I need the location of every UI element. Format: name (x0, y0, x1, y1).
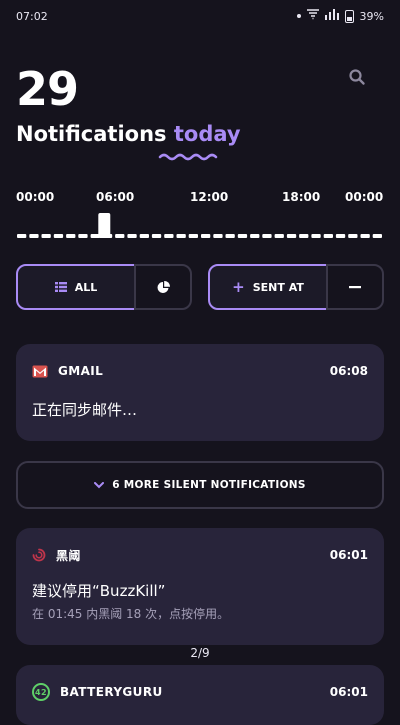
page-title-accent[interactable]: today (174, 122, 241, 146)
sent-at-label: SENT AT (252, 280, 304, 294)
timeline-tick (299, 234, 309, 238)
wifi-icon (306, 9, 319, 23)
app-identity: 黑阈 (32, 547, 81, 564)
more-silent-label: 6 MORE SILENT NOTIFICATIONS (112, 479, 306, 491)
batteryguru-badge: 42 (35, 687, 47, 697)
wave-underline-icon (158, 153, 218, 161)
batteryguru-icon: 42 (32, 683, 50, 701)
notification-subtitle: 在 01:45 内黑阈 18 次，点按停用。 (32, 607, 230, 621)
notification-time: 06:08 (329, 364, 368, 378)
timeline-tick (213, 234, 223, 238)
timeline-label: 12:00 (190, 190, 229, 204)
timeline-tick (127, 234, 137, 238)
timeline-tick (188, 234, 198, 238)
battery-icon (344, 9, 354, 23)
battery-level: 39% (359, 9, 384, 23)
app-identity: 42 BATTERYGURU (32, 683, 163, 701)
notification-dot-icon (296, 14, 301, 18)
blackhole-app-icon (32, 548, 46, 562)
timeline-tick (323, 234, 333, 238)
notification-time: 06:01 (329, 685, 368, 699)
status-bar: 07:02 39% (0, 0, 400, 32)
filter-chart-button[interactable] (134, 264, 192, 310)
app-identity: GMAIL (32, 364, 103, 378)
timeline-tick (360, 234, 370, 238)
timeline-label: 18:00 (282, 190, 321, 204)
card-header: 42 BATTERYGURU 06:01 (32, 683, 368, 701)
pie-chart-icon (157, 280, 170, 293)
minus-icon (349, 286, 361, 289)
timeline-tick (151, 234, 162, 238)
notification-card[interactable]: GMAIL 06:08 正在同步邮件… (16, 344, 384, 441)
list-icon (54, 282, 67, 292)
sent-at-button[interactable]: + SENT AT (208, 264, 328, 310)
app-name: GMAIL (58, 364, 104, 378)
timeline-tick (176, 234, 186, 238)
timeline-tick (164, 234, 174, 238)
page-title: Notifications today (16, 122, 241, 146)
more-silent-button[interactable]: 6 MORE SILENT NOTIFICATIONS (16, 461, 384, 509)
timeline-label: 06:00 (96, 190, 135, 204)
timeline-tick (66, 234, 76, 238)
timeline-tick (115, 234, 125, 238)
timeline-tick (17, 234, 27, 238)
notification-title: 正在同步邮件… (32, 401, 138, 419)
gmail-icon (32, 365, 48, 377)
card-header: 黑阈 06:01 (32, 546, 368, 564)
status-time: 07:02 (16, 9, 48, 23)
filter-all-label: ALL (74, 280, 98, 294)
app-name: BATTERYGURU (60, 685, 163, 699)
notification-card[interactable]: 黑阈 06:01 建议停用“BuzzKill” 在 01:45 内黑阈 18 次… (16, 528, 384, 645)
timeline-tick (41, 234, 51, 238)
timeline-tick (372, 234, 382, 238)
filter-all-button[interactable]: ALL (16, 264, 136, 310)
timeline-labels: 00:00 06:00 12:00 18:00 00:00 (16, 190, 384, 206)
signal-icon (324, 9, 339, 23)
status-icons: 39% (296, 9, 384, 23)
timeline-tick (262, 234, 272, 238)
timeline-label: 00:00 (345, 190, 384, 204)
page-indicator: 2/9 (190, 646, 210, 660)
notification-count: 29 (16, 62, 79, 116)
timeline-tick (348, 234, 358, 238)
timeline-tick (237, 234, 248, 238)
notification-title: 建议停用“BuzzKill” (32, 582, 166, 600)
timeline-tick (274, 234, 284, 238)
timeline-tick (139, 234, 149, 238)
remove-sort-button[interactable] (326, 264, 384, 310)
timeline-handle[interactable] (98, 213, 111, 238)
notification-card[interactable]: 42 BATTERYGURU 06:01 (16, 665, 384, 725)
plus-icon: + (232, 278, 245, 296)
app-name: 黑阈 (56, 548, 81, 563)
timeline-tick (225, 234, 235, 238)
page-title-main: Notifications (16, 122, 167, 146)
timeline-tick (201, 234, 211, 238)
timeline-tick (250, 234, 260, 238)
timeline-tick (335, 234, 346, 238)
timeline-tick (311, 234, 321, 238)
timeline-scrubber[interactable] (16, 213, 384, 241)
timeline-tick (29, 234, 39, 238)
notification-time: 06:01 (329, 548, 368, 562)
chevron-down-icon (94, 481, 105, 488)
timeline-tick (286, 234, 297, 238)
card-header: GMAIL 06:08 (32, 362, 368, 380)
search-icon[interactable] (348, 68, 366, 86)
timeline-tick (53, 234, 64, 238)
timeline-tick (78, 234, 88, 238)
timeline-label: 00:00 (16, 190, 55, 204)
